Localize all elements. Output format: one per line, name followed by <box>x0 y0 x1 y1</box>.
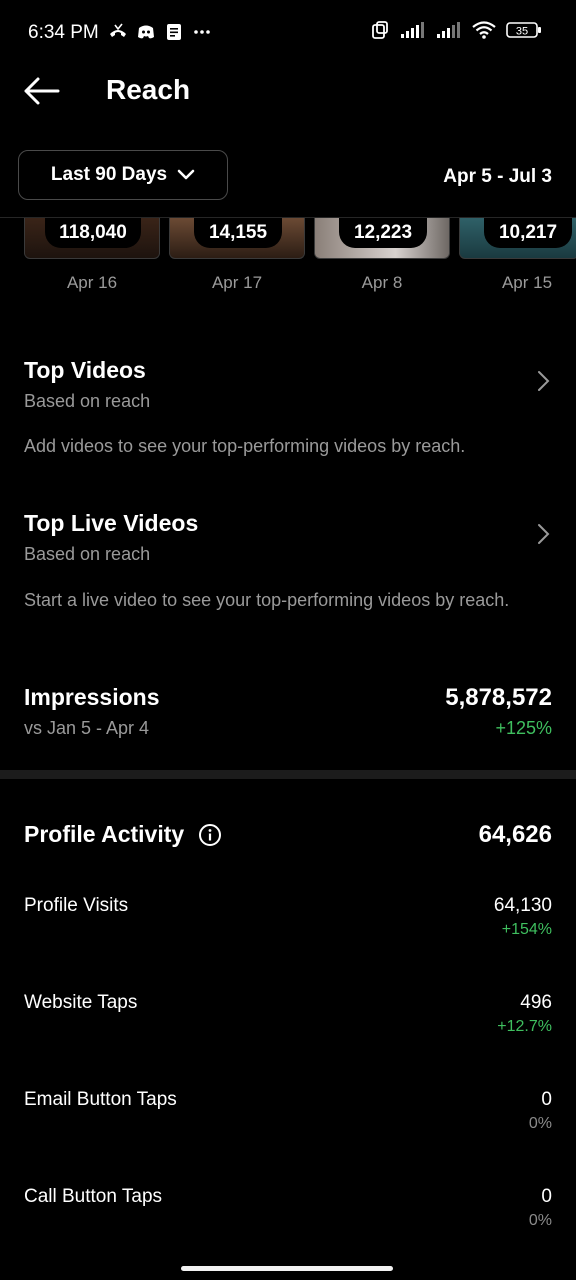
status-bar: 6:34 PM 35 <box>0 0 576 66</box>
section-divider <box>0 770 576 779</box>
row-label: Email Button Taps <box>24 1089 177 1110</box>
status-right-icons: 35 <box>370 20 542 40</box>
row-change: +12.7% <box>497 1018 552 1035</box>
impressions-change: +125% <box>495 718 552 738</box>
row-change: 0% <box>528 1115 552 1132</box>
signal-icon <box>437 22 460 38</box>
post-reach-count: 10,217 <box>484 218 572 248</box>
chevron-right-icon[interactable] <box>536 523 550 545</box>
post-reach-count: 118,040 <box>45 218 141 248</box>
info-icon[interactable] <box>198 823 222 847</box>
post-thumbnail[interactable]: 12,223 <box>314 218 450 259</box>
post-thumbnail[interactable]: 10,217 <box>459 218 576 259</box>
chevron-down-icon <box>177 169 195 180</box>
arrow-left-icon[interactable] <box>20 74 62 108</box>
impressions-value: 5,878,572 <box>445 684 552 711</box>
page-title: Reach <box>106 74 191 105</box>
impressions-comparison: vs Jan 5 - Apr 4 <box>24 718 150 738</box>
post-thumbnail[interactable]: 14,155 <box>169 218 305 259</box>
screen-mirror-icon <box>372 21 388 39</box>
top-live-videos-description: Start a live video to see your top-perfo… <box>24 590 510 610</box>
post-date: Apr 17 <box>211 273 263 292</box>
top-videos-title: Top Videos <box>24 357 146 383</box>
post-thumbnail[interactable]: 118,040 <box>24 218 160 259</box>
row-label: Call Button Taps <box>24 1186 163 1207</box>
signal-icon <box>401 22 424 38</box>
profile-activity-total: 64,626 <box>478 821 552 848</box>
notes-icon <box>167 24 181 40</box>
row-change: +154% <box>501 921 552 938</box>
date-range-text: Apr 5 - Jul 3 <box>443 166 552 187</box>
chevron-right-icon[interactable] <box>536 370 550 392</box>
status-left-icons <box>108 22 212 42</box>
row-value: 0 <box>541 1089 552 1110</box>
row-value: 496 <box>520 992 552 1013</box>
profile-activity-title: Profile Activity <box>24 821 185 847</box>
battery-level: 35 <box>516 26 528 38</box>
row-label: Profile Visits <box>24 895 129 916</box>
top-live-videos-title: Top Live Videos <box>24 510 199 536</box>
top-content-strip[interactable]: 118,040 Apr 16 14,155 Apr 17 12,223 Apr … <box>0 218 576 300</box>
impressions-title: Impressions <box>24 684 160 710</box>
date-range-dropdown[interactable]: Last 90 Days <box>18 150 228 200</box>
post-date: Apr 15 <box>501 273 553 292</box>
top-videos-subtitle: Based on reach <box>24 391 151 411</box>
missed-call-icon <box>110 23 126 37</box>
post-reach-count: 12,223 <box>339 218 427 248</box>
row-value: 64,130 <box>493 895 552 916</box>
top-videos-description: Add videos to see your top-performing vi… <box>24 436 466 456</box>
discord-icon <box>138 25 154 39</box>
app-header: Reach <box>0 66 576 116</box>
post-reach-count: 14,155 <box>194 218 282 248</box>
post-date: Apr 8 <box>361 273 403 292</box>
more-dots-icon <box>194 30 210 34</box>
row-change: 0% <box>528 1212 552 1229</box>
date-range-dropdown-label: Last 90 Days <box>50 164 168 185</box>
status-time: 6:34 PM <box>28 22 99 43</box>
wifi-icon <box>472 21 496 39</box>
top-live-videos-subtitle: Based on reach <box>24 544 151 564</box>
row-value: 0 <box>541 1186 552 1207</box>
row-label: Website Taps <box>24 992 138 1013</box>
post-date: Apr 16 <box>66 273 118 292</box>
home-indicator[interactable] <box>181 1266 393 1271</box>
battery-icon: 35 <box>506 22 541 38</box>
